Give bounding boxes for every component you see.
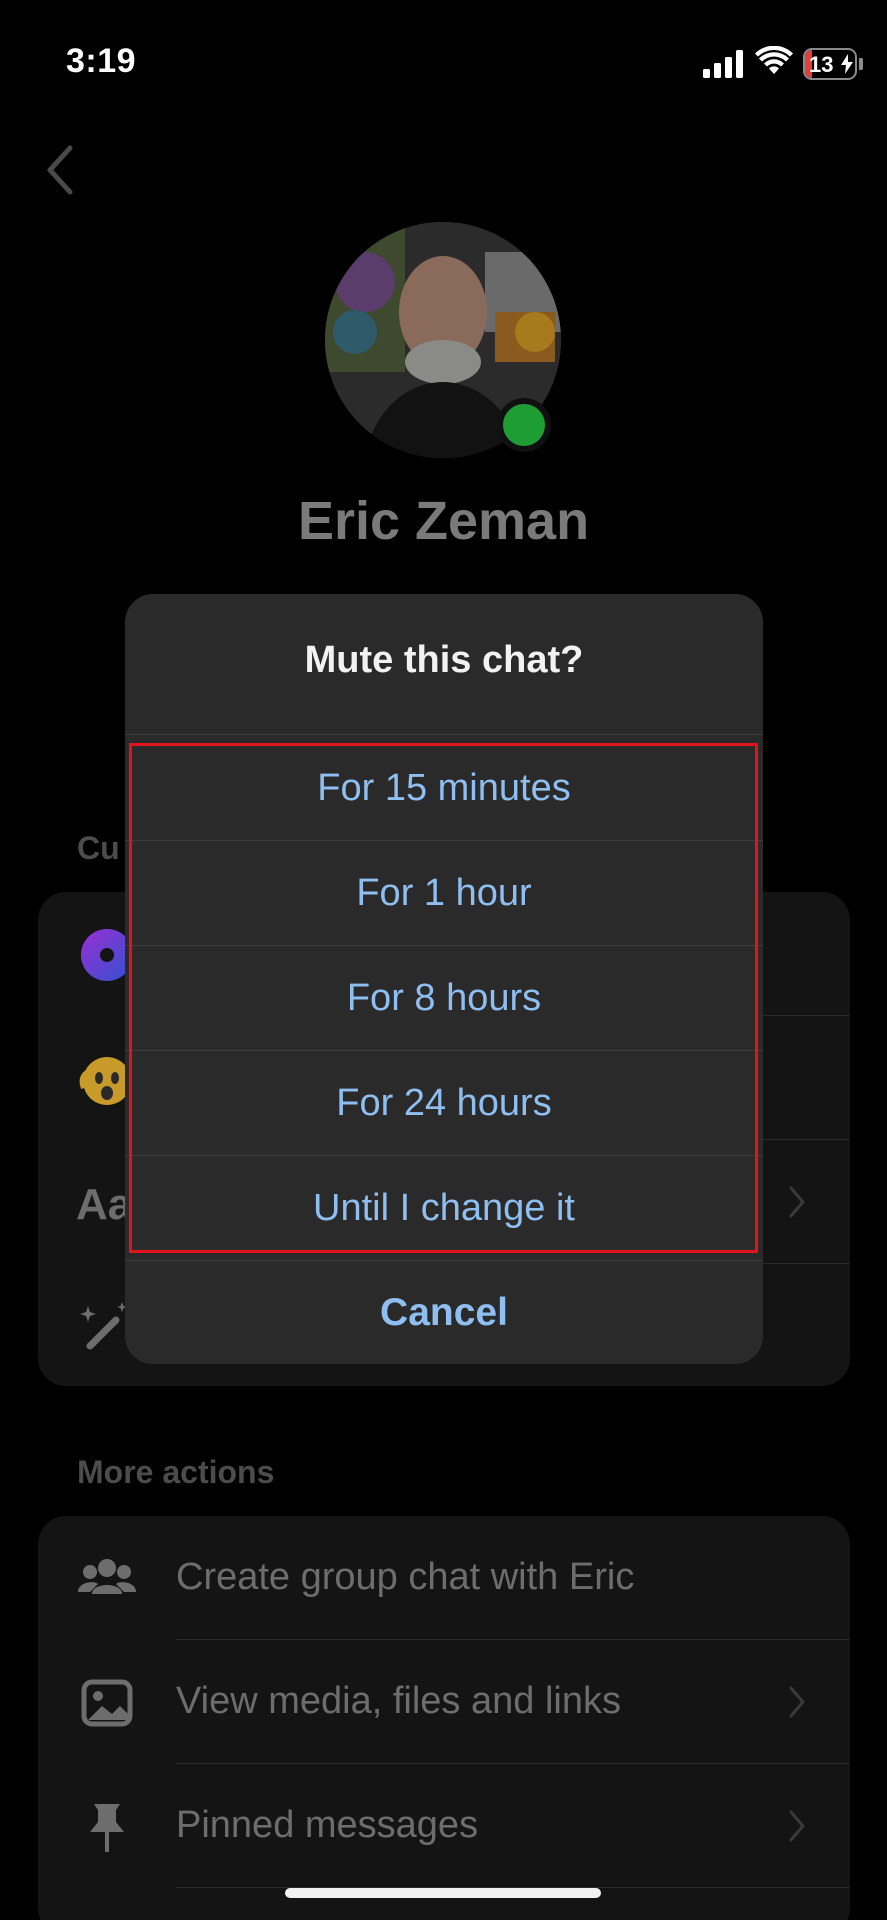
screen: 3:19 13 Eric Zeman Cu Aa More actions Cr…: [0, 0, 887, 1920]
dialog-separator: [125, 1260, 763, 1261]
cancel-button[interactable]: Cancel: [125, 1262, 763, 1364]
mute-1-hour-option[interactable]: For 1 hour: [125, 841, 763, 945]
mute-dialog: Mute this chat? For 15 minutes For 1 hou…: [125, 594, 763, 1364]
dialog-separator: [125, 734, 763, 735]
home-indicator[interactable]: [285, 1888, 601, 1898]
dialog-title: Mute this chat?: [304, 639, 584, 681]
cancel-label: Cancel: [380, 1291, 508, 1334]
mute-until-changed-option[interactable]: Until I change it: [125, 1156, 763, 1260]
mute-24-hours-option[interactable]: For 24 hours: [125, 1051, 763, 1155]
mute-8-hours-option[interactable]: For 8 hours: [125, 946, 763, 1050]
mute-15-minutes-option[interactable]: For 15 minutes: [125, 736, 763, 840]
